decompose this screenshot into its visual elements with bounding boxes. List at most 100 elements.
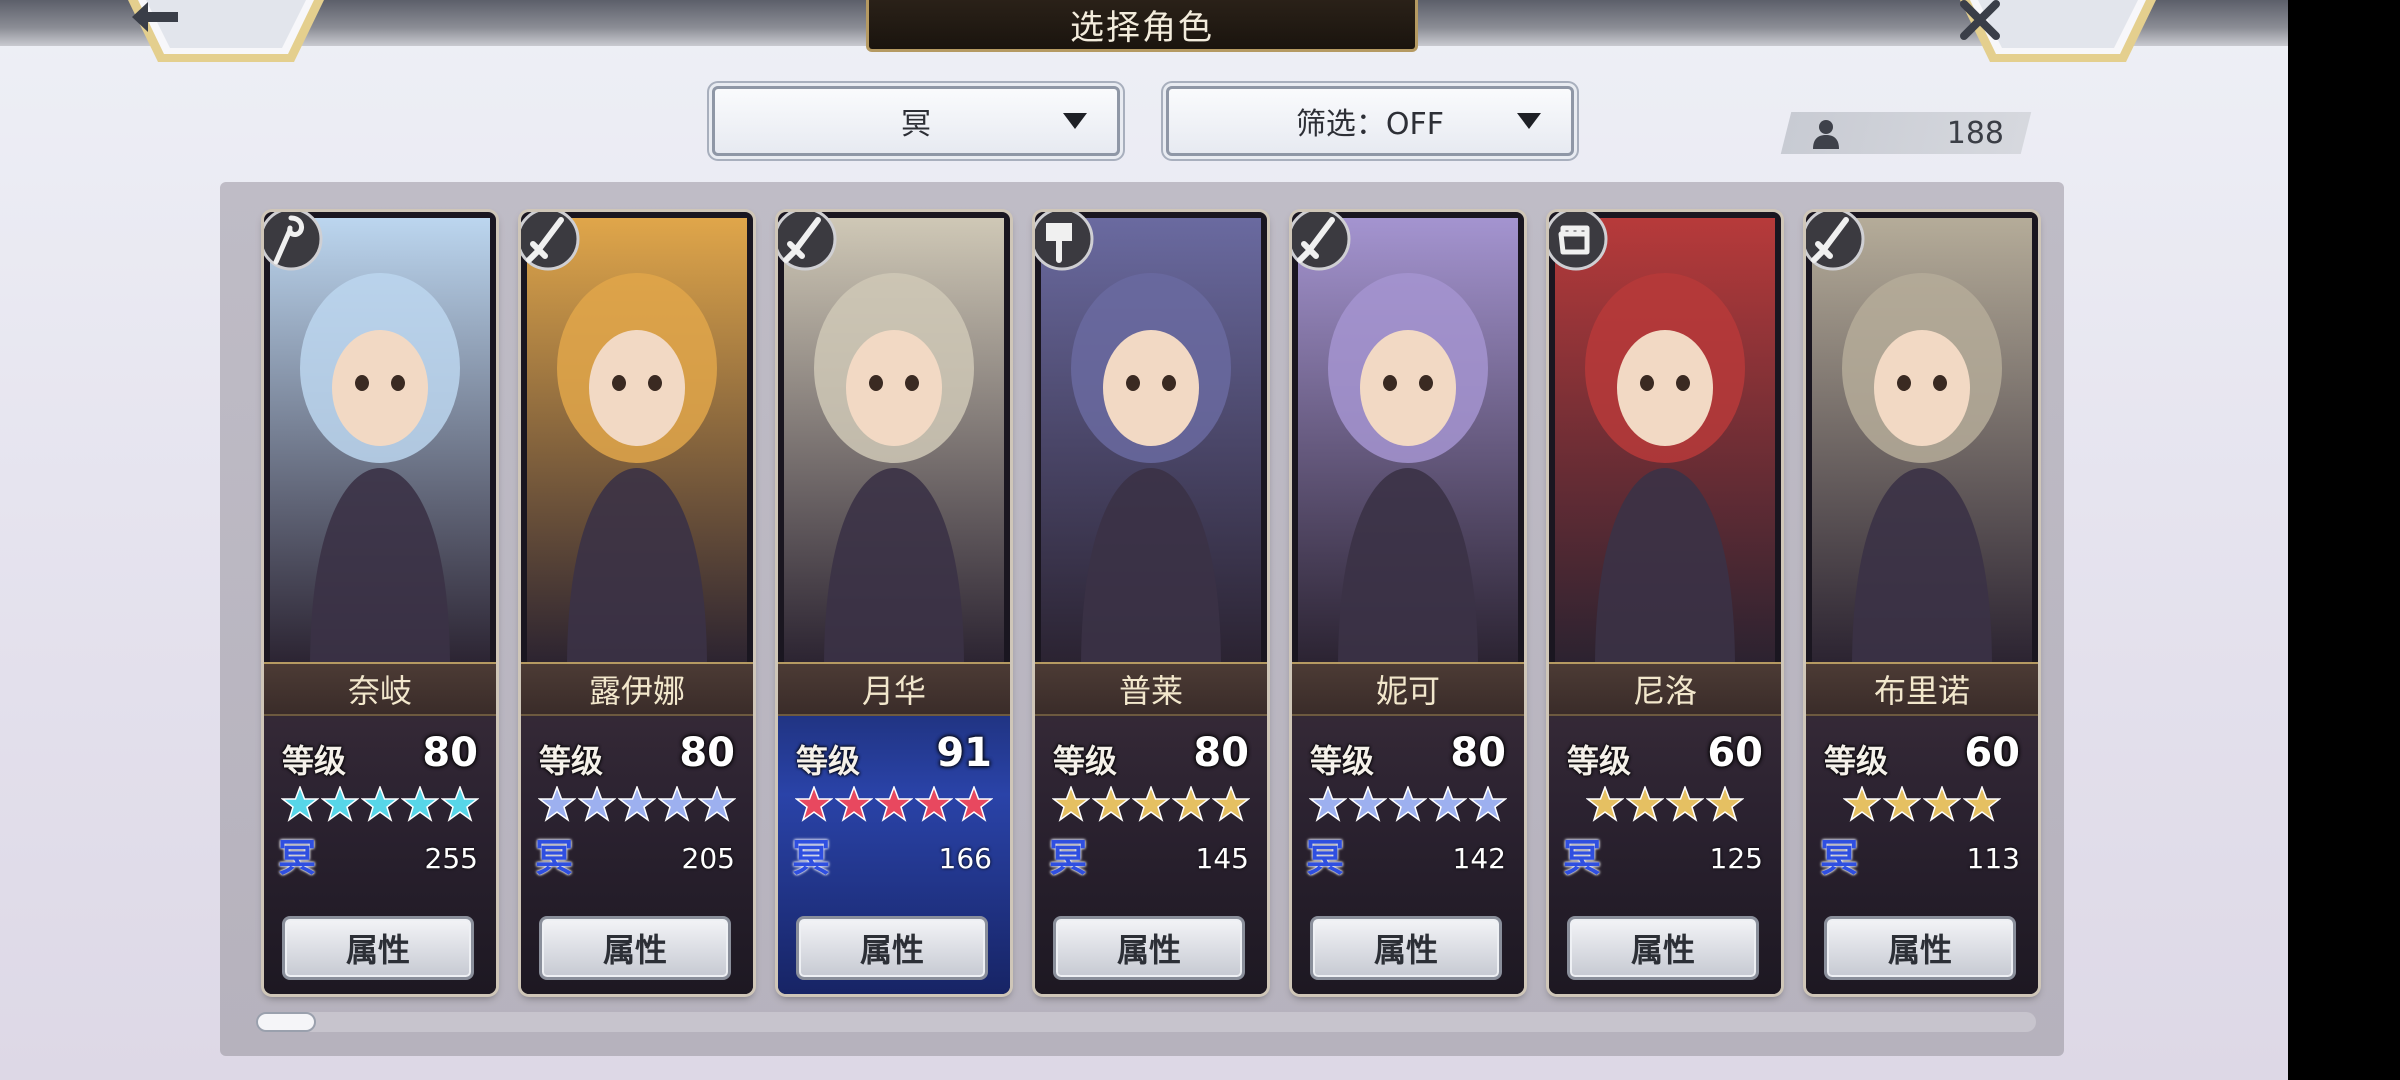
attributes-button-label: 属性 <box>1630 931 1695 969</box>
character-card[interactable]: 普莱 等级 80 冥 145 属性 <box>1035 212 1267 994</box>
character-card[interactable]: 布里诺 等级 60 冥 113 属性 <box>1806 212 2038 994</box>
element-icon: 冥 <box>1563 836 1602 880</box>
level-value: 91 <box>936 730 992 776</box>
character-name: 尼洛 <box>1632 672 1697 710</box>
star-icon <box>1883 786 1921 822</box>
star-icon <box>1092 786 1130 822</box>
character-name: 奈岐 <box>347 672 412 710</box>
star-icon <box>698 786 736 822</box>
level-label: 等级 <box>1567 742 1632 780</box>
character-portrait <box>527 218 747 668</box>
character-card[interactable]: 奈岐 等级 80 冥 255 属性 <box>264 212 496 994</box>
character-card[interactable]: 露伊娜 等级 80 冥 205 属性 <box>521 212 753 994</box>
star-icon <box>1052 786 1090 822</box>
star-icon <box>1963 786 2001 822</box>
back-button[interactable] <box>128 0 324 66</box>
rarity-stars <box>531 786 743 822</box>
star-icon <box>441 786 479 822</box>
character-card[interactable]: 妮可 等级 80 冥 142 属性 <box>1292 212 1524 994</box>
star-icon <box>538 786 576 822</box>
scrollbar-thumb[interactable] <box>256 1012 316 1032</box>
level-label: 等级 <box>1053 742 1118 780</box>
star-icon <box>955 786 993 822</box>
sword-icon <box>1292 212 1354 274</box>
close-button[interactable] <box>1960 0 2156 66</box>
star-icon <box>618 786 656 822</box>
level-label: 等级 <box>282 742 347 780</box>
attributes-button[interactable]: 属性 <box>282 916 474 980</box>
character-name: 普莱 <box>1118 672 1183 710</box>
character-card[interactable]: 尼洛 等级 60 冥 125 属性 <box>1549 212 1781 994</box>
element-dropdown[interactable]: 冥 <box>712 86 1120 156</box>
rarity-stars <box>274 786 486 822</box>
chevron-down-icon <box>1063 113 1087 129</box>
character-portrait <box>1812 218 2032 668</box>
name-bar: 露伊娜 <box>521 662 753 716</box>
star-icon <box>795 786 833 822</box>
star-icon <box>1349 786 1387 822</box>
character-name: 露伊娜 <box>588 672 685 710</box>
character-name: 布里诺 <box>1873 672 1970 710</box>
level-value: 80 <box>422 730 478 776</box>
star-icon <box>1706 786 1744 822</box>
star-icon <box>915 786 953 822</box>
star-icon <box>1309 786 1347 822</box>
fist-icon <box>1549 212 1611 274</box>
star-icon <box>1132 786 1170 822</box>
staff-icon <box>264 212 326 274</box>
character-info: 露伊娜 等级 80 冥 205 属性 <box>521 662 753 994</box>
attributes-button[interactable]: 属性 <box>539 916 731 980</box>
character-info: 尼洛 等级 60 冥 125 属性 <box>1549 662 1781 994</box>
attributes-button[interactable]: 属性 <box>1567 916 1759 980</box>
star-icon <box>1923 786 1961 822</box>
power-value: 142 <box>1452 842 1506 875</box>
filter-dropdown[interactable]: 筛选：OFF <box>1166 86 1574 156</box>
character-card[interactable]: 月华 等级 91 冥 166 属性 <box>778 212 1010 994</box>
attributes-button-label: 属性 <box>345 931 410 969</box>
power-value: 145 <box>1195 842 1249 875</box>
rarity-stars <box>1559 786 1771 822</box>
character-info: 妮可 等级 80 冥 142 属性 <box>1292 662 1524 994</box>
star-icon <box>401 786 439 822</box>
scrollbar-track[interactable] <box>256 1012 2036 1032</box>
sword-icon <box>521 212 583 274</box>
attributes-button-label: 属性 <box>602 931 667 969</box>
filter-dropdown-value: 筛选：OFF <box>1295 107 1445 142</box>
name-bar: 尼洛 <box>1549 662 1781 716</box>
character-info: 奈岐 等级 80 冥 255 属性 <box>264 662 496 994</box>
attributes-button[interactable]: 属性 <box>1824 916 2016 980</box>
name-bar: 妮可 <box>1292 662 1524 716</box>
star-icon <box>875 786 913 822</box>
star-icon <box>321 786 359 822</box>
element-icon: 冥 <box>1306 836 1345 880</box>
element-icon: 冥 <box>278 836 317 880</box>
character-info: 普莱 等级 80 冥 145 属性 <box>1035 662 1267 994</box>
level-value: 60 <box>1964 730 2020 776</box>
power-value: 255 <box>424 842 478 875</box>
element-icon: 冥 <box>535 836 574 880</box>
star-icon <box>1389 786 1427 822</box>
attributes-button[interactable]: 属性 <box>1053 916 1245 980</box>
page-title: 选择角色 <box>1070 8 1214 48</box>
level-value: 60 <box>1707 730 1763 776</box>
attributes-button-label: 属性 <box>1116 931 1181 969</box>
star-icon <box>658 786 696 822</box>
game-screen: 选择角色 冥 筛选：OFF 188 奈岐 等级 80 冥 255 属性 露伊娜 等级 80 冥 20… <box>0 0 2288 1080</box>
character-name: 月华 <box>861 672 926 710</box>
element-icon: 冥 <box>792 836 831 880</box>
name-bar: 布里诺 <box>1806 662 2038 716</box>
attributes-button[interactable]: 属性 <box>1310 916 1502 980</box>
person-icon <box>1813 120 1839 149</box>
element-icon: 冥 <box>1820 836 1859 880</box>
attributes-button[interactable]: 属性 <box>796 916 988 980</box>
attributes-button-label: 属性 <box>1373 931 1438 969</box>
power-value: 125 <box>1709 842 1763 875</box>
level-label: 等级 <box>1310 742 1375 780</box>
power-value: 113 <box>1966 842 2020 875</box>
rarity-stars <box>1045 786 1257 822</box>
character-info: 布里诺 等级 60 冥 113 属性 <box>1806 662 2038 994</box>
name-bar: 奈岐 <box>264 662 496 716</box>
character-portrait <box>1298 218 1518 668</box>
name-bar: 普莱 <box>1035 662 1267 716</box>
star-icon <box>361 786 399 822</box>
